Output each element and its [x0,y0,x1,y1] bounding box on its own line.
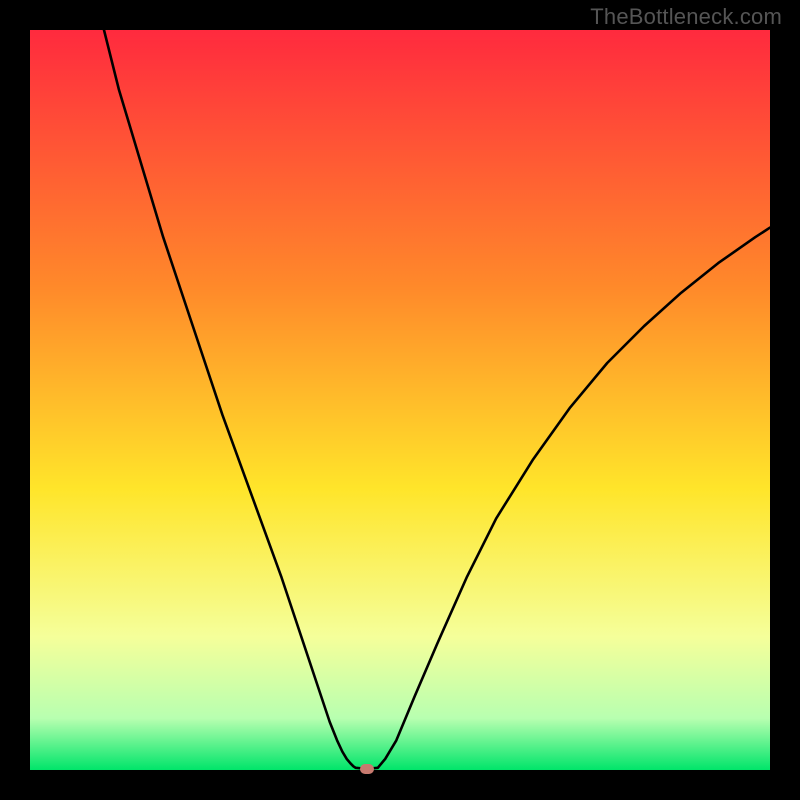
bottleneck-curve [104,30,770,769]
plot-area [30,30,770,770]
optimal-point-marker [360,764,374,774]
watermark-text: TheBottleneck.com [590,4,782,30]
curve-layer [30,30,770,770]
plot-frame [30,30,770,770]
